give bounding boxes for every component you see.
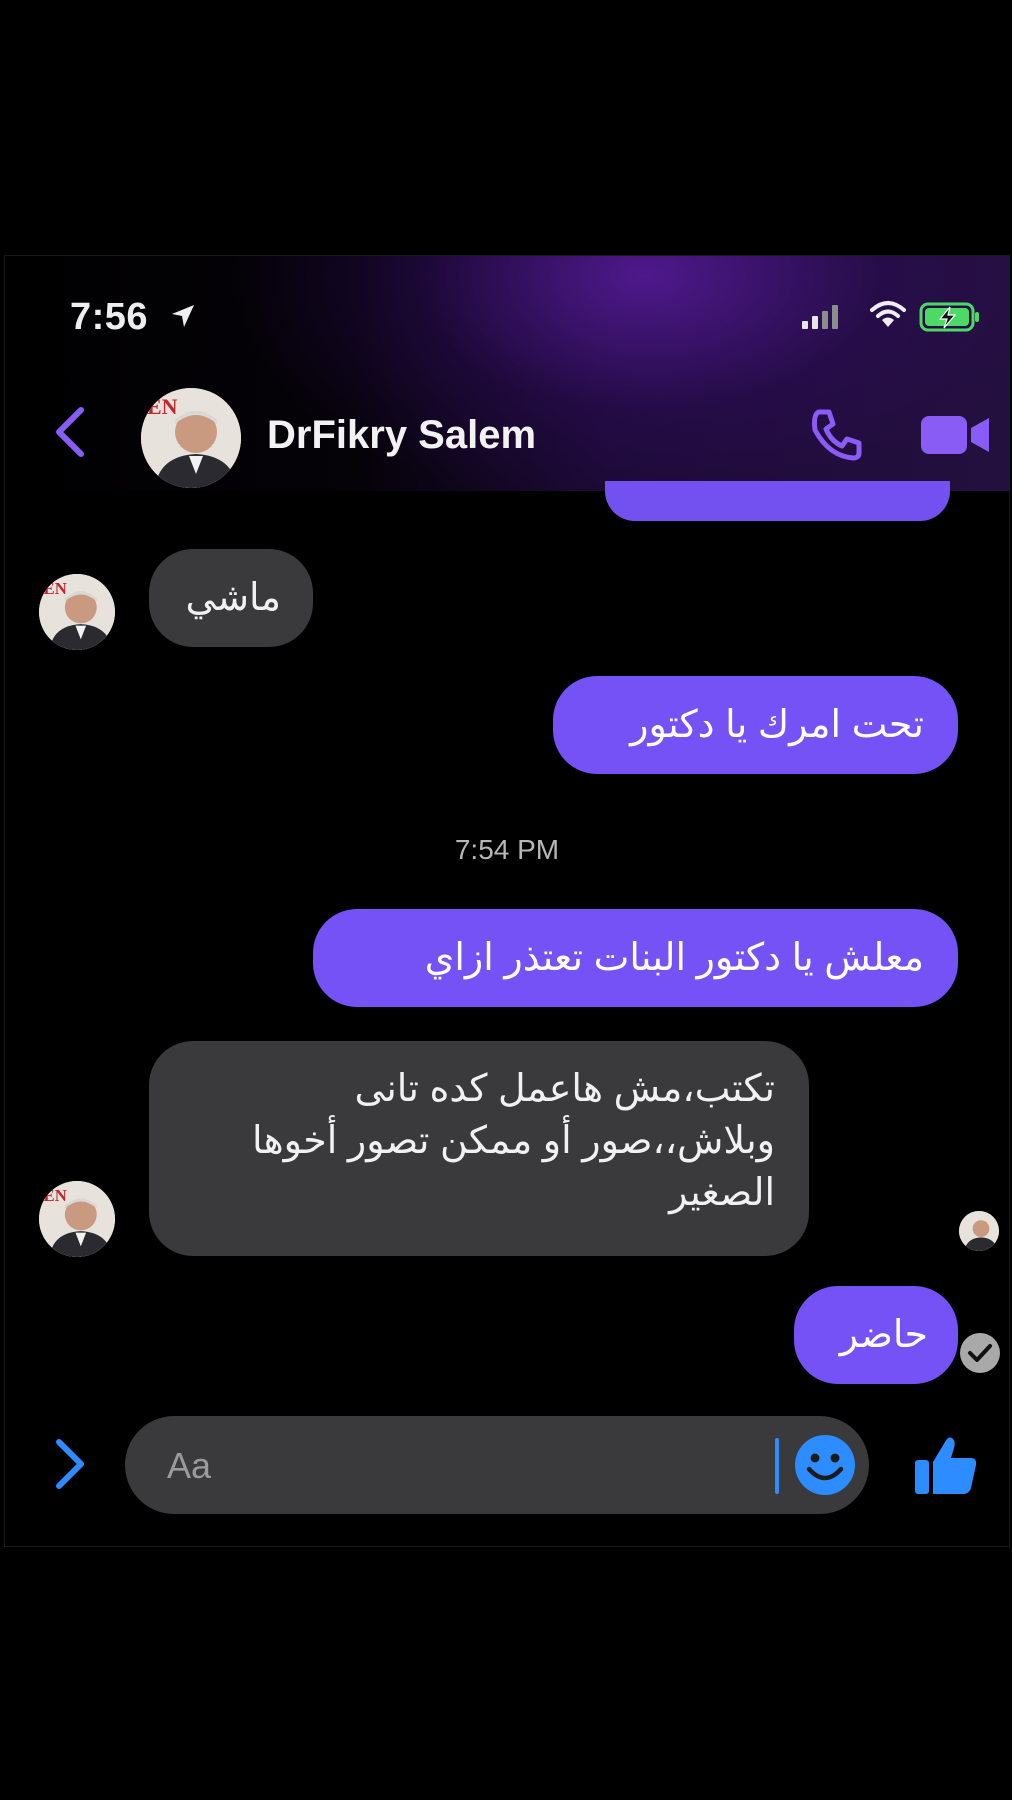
contact-name[interactable]: DrFikry Salem [267,413,536,458]
composer-bar [5,1416,1009,1526]
status-bar: 7:56 [5,256,1009,338]
message-bubble-outgoing[interactable]: حاضر [794,1286,958,1384]
thumbs-up-icon[interactable] [913,1434,979,1496]
svg-text:EN: EN [147,394,178,419]
sender-avatar[interactable]: EN [39,574,115,650]
phone-icon[interactable] [807,406,865,464]
battery-charging-icon [919,302,979,332]
chat-header: EN DrFikry Salem [5,376,1009,488]
messenger-screen: 7:56 EN DrFikry Salem EN ماشي تحت امرك ي… [4,255,1010,1547]
signal-icon [802,305,838,329]
message-line: وبلاش،،صور أو ممكن تصور أخوها [252,1120,775,1162]
expand-chevron-icon[interactable] [53,1438,87,1490]
contact-avatar[interactable]: EN [141,388,241,488]
back-chevron-icon[interactable] [53,406,87,458]
message-bubble-incoming[interactable]: تكتب،مش هاعمل كده تانى وبلاش،،صور أو ممك… [149,1041,809,1256]
message-bubble-incoming[interactable]: ماشي [149,549,313,647]
message-bubble-outgoing[interactable]: معلش يا دكتور البنات تعتذر ازاي [313,909,958,1007]
sent-check-icon [960,1333,1000,1373]
sender-avatar[interactable]: EN [39,1181,115,1257]
wifi-icon [870,301,906,327]
message-input[interactable] [165,1436,729,1496]
message-input-box[interactable] [125,1416,869,1514]
svg-text:EN: EN [44,1186,67,1205]
seen-avatar [959,1211,999,1251]
message-text: حاضر [839,1314,928,1356]
message-bubble-outgoing[interactable]: تحت امرك يا دكتور [553,676,958,774]
message-text: ماشي [185,577,281,619]
location-arrow-icon [172,305,194,327]
previous-message-bubble [605,481,950,521]
video-camera-icon[interactable] [919,412,991,458]
emoji-icon[interactable] [793,1433,857,1497]
message-timestamp: 7:54 PM [454,834,560,865]
svg-text:EN: EN [44,579,67,598]
status-time: 7:56 [70,296,149,338]
text-cursor [775,1438,779,1494]
message-line: الصغير [669,1172,775,1214]
message-text: تحت امرك يا دكتور [630,704,924,746]
message-text: معلش يا دكتور البنات تعتذر ازاي [424,937,924,979]
message-line: تكتب،مش هاعمل كده تانى [354,1068,775,1110]
